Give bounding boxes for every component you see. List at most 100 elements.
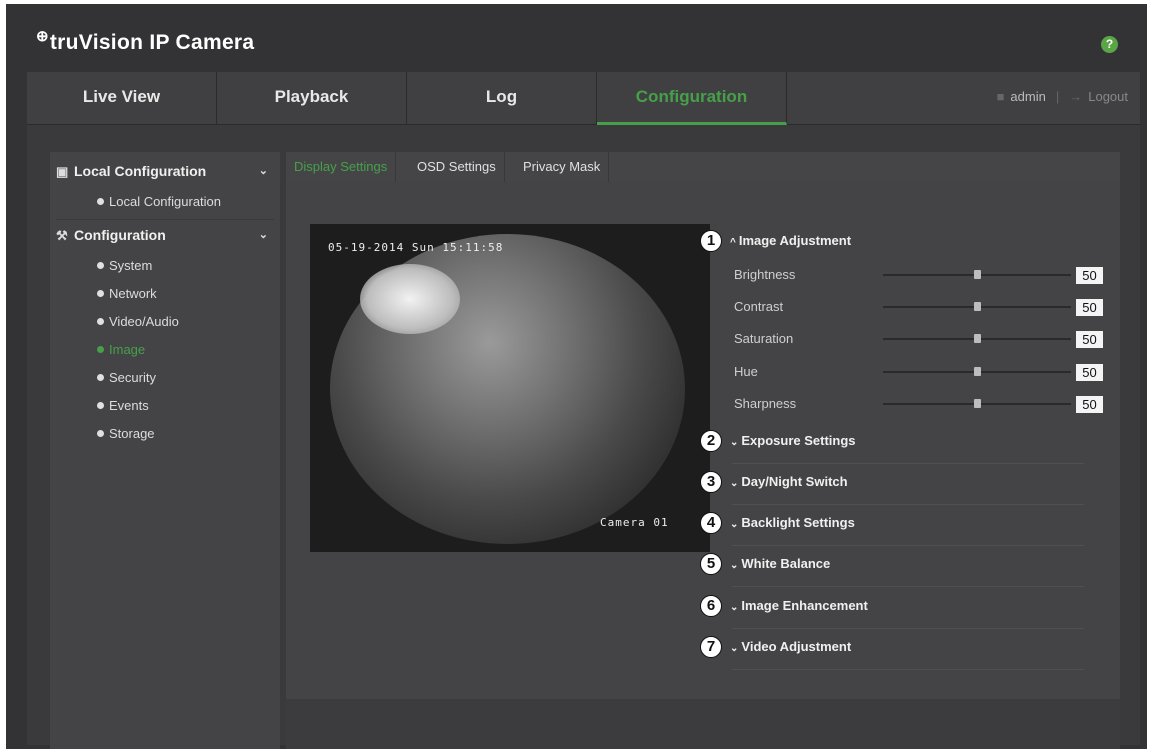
sidebar-item-label: Local Configuration	[109, 194, 222, 209]
sidebar-item-security[interactable]: Security	[97, 367, 156, 389]
chevron-down-icon: ⌄	[730, 519, 739, 530]
section-label: Backlight Settings	[741, 515, 855, 530]
hue-value[interactable]: 50	[1076, 364, 1103, 381]
sidebar-header-label: Local Configuration	[74, 163, 207, 179]
callout-number: 7	[700, 636, 722, 658]
section-label: Image Adjustment	[738, 233, 852, 248]
chevron-down-icon: ⌄	[730, 437, 739, 448]
user-area: ■ admin | → Logout	[997, 72, 1128, 122]
section-backlight-settings[interactable]: ⌄ Backlight Settings	[730, 512, 855, 534]
sidebar-header-configuration[interactable]: ⚒ Configuration ⌄	[56, 222, 274, 248]
sidebar-item-label: Events	[109, 398, 149, 413]
callout-number: 4	[700, 512, 722, 534]
callout-number: 5	[700, 553, 722, 575]
tab-configuration[interactable]: Configuration	[597, 72, 787, 125]
bullet-icon	[97, 430, 104, 437]
brand-logo: ⊕truVision IP Camera	[36, 27, 254, 55]
section-label: Image Enhancement	[741, 598, 868, 613]
chevron-down-icon: ⌄	[730, 602, 739, 613]
sidebar-item-local-configuration[interactable]: Local Configuration	[97, 191, 221, 213]
username: admin	[1010, 89, 1046, 104]
bullet-icon	[97, 402, 104, 409]
section-video-adjustment[interactable]: ⌄ Video Adjustment	[730, 636, 851, 658]
logo-icon: ⊕	[36, 28, 49, 45]
section-white-balance[interactable]: ⌄ White Balance	[730, 553, 830, 575]
sidebar-item-label: Security	[109, 370, 156, 385]
tab-live-view[interactable]: Live View	[27, 72, 217, 125]
sharpness-label: Sharpness	[734, 396, 797, 411]
sidebar-item-label: Video/Audio	[109, 314, 179, 329]
camera-preview: 05-19-2014 Sun 15:11:58 Camera 01	[310, 224, 710, 552]
divider	[732, 504, 1084, 505]
bullet-icon	[97, 346, 104, 353]
sidebar-item-network[interactable]: Network	[97, 283, 157, 305]
sidebar-item-image[interactable]: Image	[97, 339, 145, 361]
contrast-label: Contrast	[734, 299, 784, 314]
sharpness-value[interactable]: 50	[1076, 396, 1103, 413]
contrast-slider-thumb[interactable]	[974, 302, 981, 311]
chevron-down-icon: ⌄	[730, 560, 739, 571]
divider	[732, 463, 1084, 464]
saturation-label: Saturation	[734, 331, 794, 346]
local-config-icon: ▣	[56, 164, 69, 179]
subtab-bar: Display Settings OSD Settings Privacy Ma…	[286, 152, 1120, 182]
tab-log[interactable]: Log	[407, 72, 597, 125]
osd-timestamp: 05-19-2014 Sun 15:11:58	[328, 241, 504, 254]
bullet-icon	[97, 262, 104, 269]
section-day-night-switch[interactable]: ⌄ Day/Night Switch	[730, 471, 848, 493]
subtab-privacy-mask[interactable]: Privacy Mask	[515, 152, 610, 182]
section-label: White Balance	[741, 556, 831, 571]
osd-camera-name: Camera 01	[600, 516, 669, 529]
bullet-icon	[97, 318, 104, 325]
bullet-icon	[97, 374, 104, 381]
chevron-up-icon: ^	[730, 237, 736, 248]
callout-number: 2	[700, 430, 722, 452]
divider: |	[1055, 89, 1060, 104]
section-label: Day/Night Switch	[741, 474, 848, 489]
divider	[732, 545, 1084, 546]
hue-slider-thumb[interactable]	[974, 367, 981, 376]
divider	[732, 669, 1084, 670]
callout-number: 1	[700, 230, 722, 252]
sidebar-item-label: System	[109, 258, 153, 273]
tab-playback[interactable]: Playback	[217, 72, 407, 125]
sidebar-header-local-configuration[interactable]: ▣ Local Configuration ⌄	[56, 158, 274, 184]
saturation-value[interactable]: 50	[1076, 331, 1103, 348]
brightness-value[interactable]: 50	[1076, 267, 1103, 284]
help-icon[interactable]: ?	[1101, 36, 1118, 53]
logout-link[interactable]: Logout	[1088, 89, 1128, 104]
brightness-slider-thumb[interactable]	[974, 270, 981, 279]
wrench-icon: ⚒	[56, 228, 68, 243]
main-nav: Live View Playback Log Configuration ■ ad…	[27, 72, 1140, 125]
sidebar-item-events[interactable]: Events	[97, 395, 149, 417]
sidebar-item-system[interactable]: System	[97, 255, 152, 277]
sidebar-item-label: Image	[109, 342, 146, 357]
chevron-down-icon: ⌄	[730, 478, 739, 489]
contrast-value[interactable]: 50	[1076, 299, 1103, 316]
subtab-osd-settings[interactable]: OSD Settings	[409, 152, 505, 182]
logout-icon: →	[1069, 89, 1083, 104]
chevron-down-icon: ⌄	[258, 229, 268, 241]
section-label: Exposure Settings	[741, 433, 856, 448]
app-title: truVision IP Camera	[49, 31, 255, 54]
saturation-slider-thumb[interactable]	[974, 334, 981, 343]
sharpness-slider-thumb[interactable]	[974, 399, 981, 408]
sidebar: ▣ Local Configuration ⌄ Local Configuratio…	[50, 152, 280, 749]
divider	[732, 628, 1084, 629]
sidebar-item-storage[interactable]: Storage	[97, 423, 155, 445]
chevron-down-icon: ⌄	[258, 165, 268, 177]
sidebar-item-label: Network	[109, 286, 157, 301]
section-exposure-settings[interactable]: ⌄ Exposure Settings	[730, 430, 856, 452]
bullet-icon	[97, 198, 104, 205]
sidebar-item-video-audio[interactable]: Video/Audio	[97, 311, 179, 333]
user-icon: ■	[996, 89, 1005, 104]
section-image-enhancement[interactable]: ⌄ Image Enhancement	[730, 595, 868, 617]
callout-number: 3	[700, 471, 722, 493]
chevron-down-icon: ⌄	[730, 643, 739, 654]
bullet-icon	[97, 290, 104, 297]
sidebar-header-label: Configuration	[74, 227, 166, 243]
section-image-adjustment[interactable]: ^ Image Adjustment	[730, 230, 851, 252]
section-label: Video Adjustment	[741, 639, 852, 654]
hue-label: Hue	[734, 364, 758, 379]
subtab-display-settings[interactable]: Display Settings	[286, 152, 397, 182]
